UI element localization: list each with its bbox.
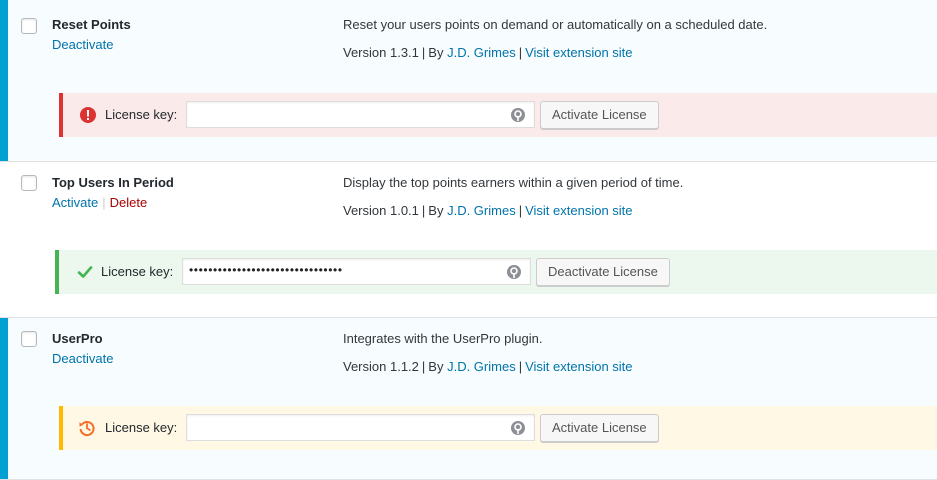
license-key-label: License key: — [101, 264, 174, 279]
author-link[interactable]: J.D. Grimes — [447, 359, 516, 374]
active-indicator — [0, 318, 8, 480]
author-link[interactable]: J.D. Grimes — [447, 45, 516, 60]
key-autofill-icon[interactable] — [510, 107, 526, 123]
history-clock-icon — [79, 421, 95, 436]
visit-site-link[interactable]: Visit extension site — [525, 203, 632, 218]
deactivate-link[interactable]: Deactivate — [52, 351, 113, 366]
checkmark-icon — [77, 266, 93, 278]
license-notice: License key: Activate License — [59, 93, 937, 137]
plugin-actions: Activate | Delete — [52, 195, 147, 210]
key-autofill-icon[interactable] — [506, 264, 522, 280]
plugin-actions: Deactivate — [52, 351, 113, 366]
license-key-input[interactable]: •••••••••••••••••••••••••••••••• — [182, 258, 531, 285]
visit-site-link[interactable]: Visit extension site — [525, 45, 632, 60]
license-notice: License key: Activate License — [59, 406, 937, 450]
plugin-checkbox[interactable] — [21, 18, 37, 34]
key-autofill-icon[interactable] — [510, 420, 526, 436]
plugin-version: Version 1.1.2 — [343, 359, 419, 374]
license-key-value: •••••••••••••••••••••••••••••••• — [189, 263, 343, 277]
license-notice: License key: •••••••••••••••••••••••••••… — [55, 250, 937, 294]
deactivate-license-button[interactable]: Deactivate License — [536, 258, 670, 286]
action-separator: | — [102, 195, 106, 210]
plugin-checkbox[interactable] — [21, 331, 37, 347]
plugin-name: Reset Points — [52, 17, 131, 32]
plugin-name: Top Users In Period — [52, 175, 174, 190]
plugin-meta: Version 1.3.1 | By J.D. Grimes | Visit exten… — [343, 45, 633, 60]
plugin-description: Reset your users points on demand or aut… — [343, 17, 768, 32]
plugin-meta: Version 1.0.1 | By J.D. Grimes | Visit exten… — [343, 203, 633, 218]
plugin-row-reset-points: Reset Points Deactivate Reset your users… — [0, 0, 937, 162]
plugin-description: Display the top points earners within a … — [343, 175, 684, 190]
visit-site-link[interactable]: Visit extension site — [525, 359, 632, 374]
by-label: By — [428, 45, 444, 60]
license-key-input[interactable] — [186, 101, 535, 128]
plugin-checkbox[interactable] — [21, 175, 37, 191]
plugin-row-top-users-in-period: Top Users In Period Activate | Delete Disp… — [0, 162, 937, 318]
deactivate-link[interactable]: Deactivate — [52, 37, 113, 52]
plugin-description: Integrates with the UserPro plugin. — [343, 331, 543, 346]
author-link[interactable]: J.D. Grimes — [447, 203, 516, 218]
error-icon — [80, 107, 96, 123]
plugin-version: Version 1.0.1 — [343, 203, 419, 218]
by-label: By — [428, 203, 444, 218]
activate-license-button[interactable]: Activate License — [540, 414, 659, 442]
license-key-input[interactable] — [186, 414, 535, 441]
plugin-row-userpro: UserPro Deactivate Integrates with the U… — [0, 318, 937, 480]
active-indicator — [0, 0, 8, 162]
license-key-label: License key: — [105, 420, 178, 435]
by-label: By — [428, 359, 444, 374]
activate-license-button[interactable]: Activate License — [540, 101, 659, 129]
activate-link[interactable]: Activate — [52, 195, 98, 210]
license-key-label: License key: — [105, 107, 178, 122]
plugin-meta: Version 1.1.2 | By J.D. Grimes | Visit exten… — [343, 359, 633, 374]
plugin-actions: Deactivate — [52, 37, 113, 52]
delete-link[interactable]: Delete — [110, 195, 148, 210]
plugin-version: Version 1.3.1 — [343, 45, 419, 60]
plugin-name: UserPro — [52, 331, 103, 346]
